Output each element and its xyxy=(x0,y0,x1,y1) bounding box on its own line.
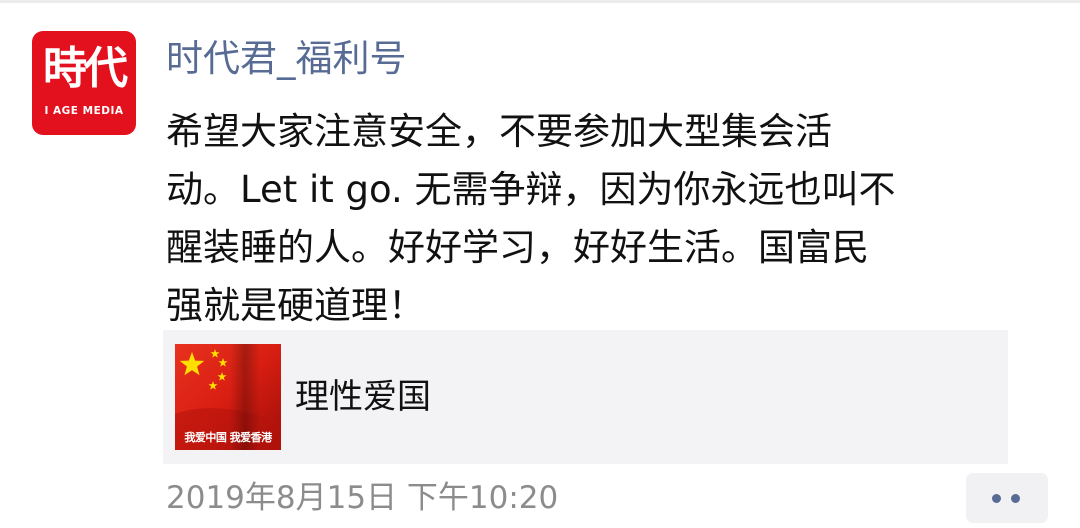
dot-icon xyxy=(1011,494,1020,503)
author-name[interactable]: 时代君_福利号 xyxy=(166,33,407,85)
dot-icon xyxy=(992,494,1001,503)
post-text-line: 醒装睡的人。好好学习，好好生活。国富民 xyxy=(166,226,869,269)
shared-link-title: 理性爱国 xyxy=(295,377,431,417)
shared-link-card[interactable]: 我爱中国 我爱香港 理性爱国 xyxy=(163,330,1008,464)
top-divider xyxy=(0,0,1080,3)
more-actions-button[interactable] xyxy=(966,473,1048,523)
avatar[interactable]: 時代 I AGE MEDIA xyxy=(32,31,136,135)
post-text: 希望大家注意安全，不要参加大型集会活 动。Let it go. 无需争辩，因为你… xyxy=(166,103,1046,335)
post-text-line: 希望大家注意安全，不要参加大型集会活 xyxy=(166,110,832,153)
thumbnail-caption: 我爱中国 我爱香港 xyxy=(184,431,272,444)
post-text-line: 强就是硬道理！ xyxy=(166,284,425,327)
avatar-logo-text: 時代 xyxy=(43,43,128,94)
avatar-logo-subtitle: I AGE MEDIA xyxy=(44,105,124,117)
post-timestamp: 2019年8月15日 下午10:20 xyxy=(166,480,559,516)
post-text-line: 动。Let it go. 无需争辩，因为你永远也叫不 xyxy=(166,168,896,211)
chinese-flag-image: 我爱中国 我爱香港 xyxy=(175,344,281,450)
